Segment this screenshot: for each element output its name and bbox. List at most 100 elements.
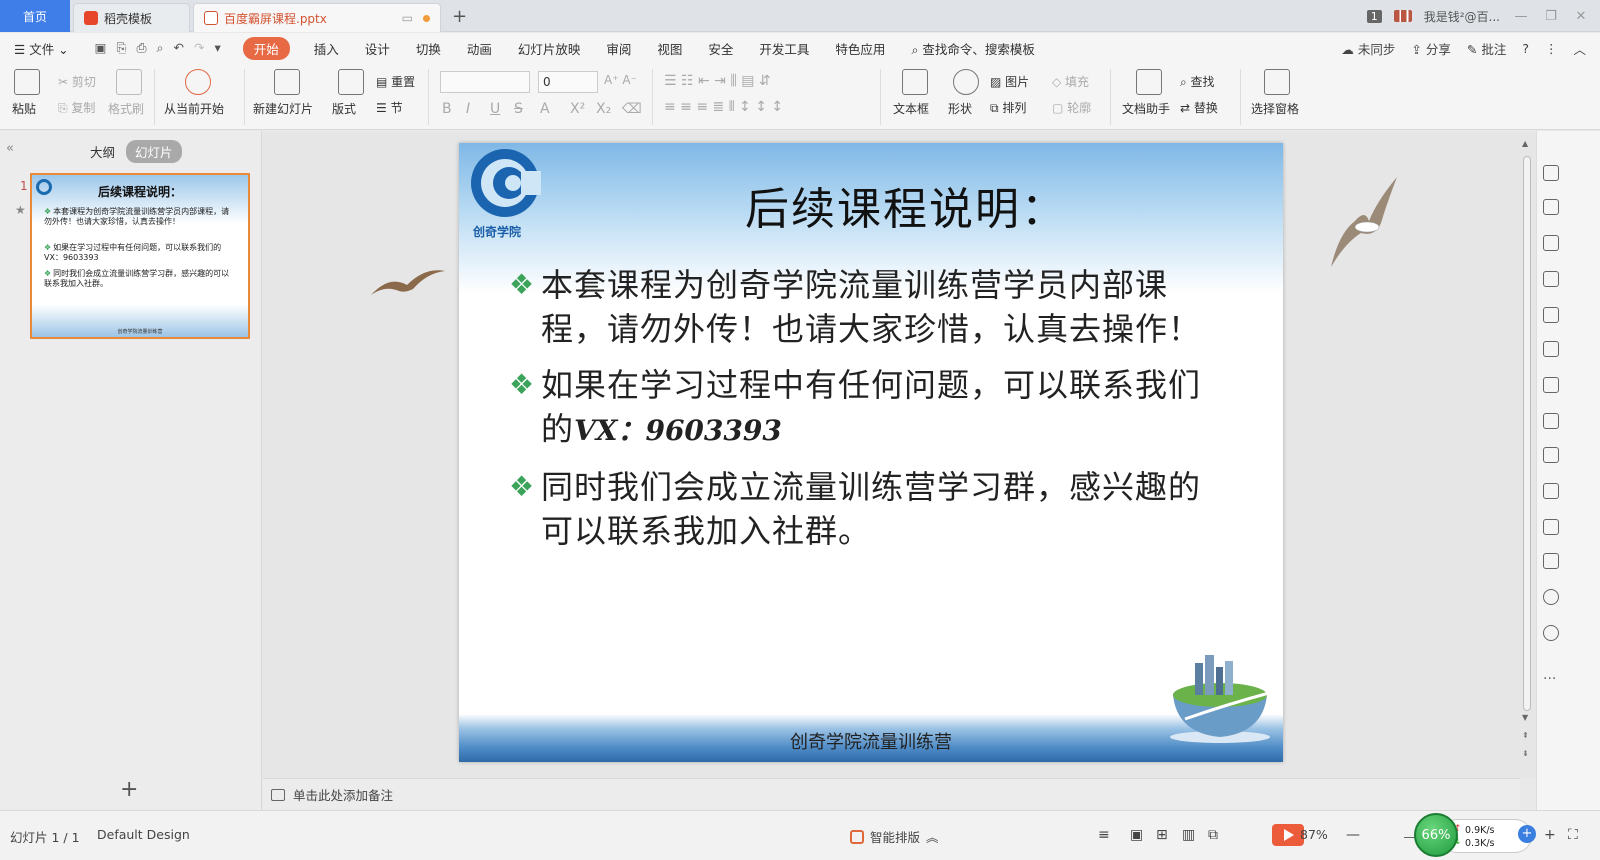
monitor-icon[interactable]: ▭ (402, 11, 413, 25)
tab-special[interactable]: 特色应用 (835, 39, 885, 58)
select-pane-icon[interactable] (1264, 69, 1290, 95)
underline-icon[interactable]: U (490, 101, 500, 117)
pin-icon[interactable] (1543, 165, 1559, 181)
window-count-badge[interactable]: 1 (1366, 9, 1382, 23)
select-pane-button[interactable]: 选择窗格 (1251, 100, 1299, 117)
tab-animation[interactable]: 动画 (467, 39, 492, 58)
copy-button[interactable]: ⎘ 复制 (58, 99, 95, 116)
strikethrough-icon[interactable]: S (514, 101, 523, 117)
tab-developer[interactable]: 开发工具 (759, 39, 809, 58)
tab-home[interactable]: 首页 (0, 0, 70, 32)
print-preview-icon[interactable]: ⌕ (157, 40, 164, 56)
sync-button[interactable]: ☁ 未同步 (1341, 39, 1395, 58)
presenter-view-icon[interactable]: ⧉ (1208, 827, 1218, 843)
customize-icon[interactable]: ▾ (214, 40, 220, 56)
collapse-panel-icon[interactable]: « (6, 141, 14, 156)
play-from-current-button[interactable]: 从当前开始 (164, 100, 224, 117)
tab-view[interactable]: 视图 (657, 39, 682, 58)
help-circle-icon[interactable] (1543, 625, 1559, 641)
avatar[interactable] (1393, 10, 1412, 22)
next-slide-icon[interactable]: ⇟ (1522, 749, 1529, 758)
notes-placeholder[interactable]: 单击此处添加备注 (293, 785, 393, 804)
scroll-up-icon[interactable]: ▲ (1522, 139, 1528, 148)
slide-thumbnail[interactable]: 后续课程说明： 本套课程为创奇学院流量训练营学员内部课程，请勿外传！也请大家珍惜… (30, 173, 250, 339)
design-name[interactable]: Default Design (97, 827, 190, 842)
tab-template[interactable]: 稻壳模板 (73, 3, 190, 32)
font-name-select[interactable] (440, 71, 530, 93)
bullet-list-icons[interactable]: ☰ ☷ ⇤ ⇥ ⫼ ▤ ⇵ (664, 73, 771, 89)
textbox-icon[interactable] (902, 69, 928, 95)
doc-assistant-icon[interactable] (1136, 69, 1162, 95)
clear-format-icon[interactable]: ⌫ (622, 101, 642, 117)
play-icon[interactable] (185, 69, 211, 95)
find-button[interactable]: ⌕ 查找 (1180, 73, 1215, 90)
zoom-out-icon[interactable]: — (1346, 827, 1360, 843)
align-icons[interactable]: ≡ ≡ ≡ ≣ ⫴ ↕ ↕ ↕ (664, 99, 783, 115)
comment-button[interactable]: ✎ 批注 (1467, 39, 1506, 58)
italic-icon[interactable]: I (466, 101, 470, 117)
tab-design[interactable]: 设计 (365, 39, 390, 58)
undo-icon[interactable]: ↶ (174, 40, 184, 56)
unsaved-dot-icon[interactable] (423, 14, 430, 22)
zoom-in-icon[interactable]: + (1544, 827, 1556, 843)
outline-button[interactable]: ▢ 轮廓 (1052, 99, 1091, 116)
gallery-icon[interactable] (1543, 377, 1559, 393)
notes-toggle-icon[interactable]: ≡ (1098, 827, 1110, 843)
font-color-icon[interactable]: A (540, 101, 550, 117)
notes-bar[interactable]: 单击此处添加备注 (263, 778, 1520, 810)
history-icon[interactable] (1543, 589, 1559, 605)
export-icon[interactable]: ⎘ (116, 40, 126, 56)
normal-view-icon[interactable]: ▣ (1130, 827, 1143, 843)
apps-icon[interactable] (1543, 307, 1559, 323)
new-tab-button[interactable]: + (452, 6, 467, 27)
doc-assistant-button[interactable]: 文档助手 (1122, 100, 1170, 117)
slide-body[interactable]: ❖ 本套课程为创奇学院流量训练营学员内部课程，请勿外传！也请大家珍惜，认真去操作… (509, 263, 1209, 565)
slide[interactable]: 创奇学院 后续课程说明： ❖ 本套课程为创奇学院流量训练营学员内部课程，请勿外传… (459, 143, 1283, 762)
help-icon[interactable]: ? (1522, 41, 1529, 56)
arrange-button[interactable]: ⧉ 排列 (990, 99, 1026, 116)
shape-icon[interactable] (953, 69, 979, 95)
scroll-thumb[interactable] (1523, 156, 1531, 711)
more-dots-icon[interactable]: ··· (1543, 671, 1556, 687)
vertical-scrollbar[interactable]: ▲ ▼ ⇞ ⇟ (1518, 131, 1536, 778)
bold-icon[interactable]: B (442, 101, 452, 117)
new-slide-icon[interactable] (274, 69, 300, 95)
collapse-ribbon-icon[interactable]: ︿ (1573, 39, 1586, 58)
zoom-level[interactable]: 87% (1300, 827, 1328, 842)
slide-title[interactable]: 后续课程说明： (459, 173, 1283, 237)
print-icon[interactable]: ⎙ (136, 40, 146, 56)
section-button[interactable]: ☰ 节 (376, 99, 403, 116)
reset-button[interactable]: ▤ 重置 (376, 73, 415, 90)
audio-icon[interactable] (1543, 519, 1559, 535)
cut-button[interactable]: ✂ 剪切 (58, 73, 96, 90)
shape-button[interactable]: 形状 (948, 100, 972, 117)
new-slide-button[interactable]: 新建幻灯片 (253, 100, 313, 117)
prev-slide-icon[interactable]: ⇞ (1522, 731, 1529, 740)
smart-layout-button[interactable]: 智能排版 ︽ (850, 827, 939, 846)
memory-percent[interactable]: 66% (1414, 813, 1458, 857)
user-name[interactable]: 我是钱²@百... (1424, 8, 1500, 25)
layout-icon[interactable] (338, 69, 364, 95)
accelerate-button[interactable]: + (1518, 825, 1536, 843)
shield-icon[interactable] (1543, 553, 1559, 569)
superscript-icon[interactable]: X² (570, 101, 585, 117)
copy-style-icon[interactable] (1543, 199, 1559, 215)
tab-transition[interactable]: 切换 (416, 39, 441, 58)
scroll-down-icon[interactable]: ▼ (1522, 713, 1528, 722)
paste-icon[interactable] (14, 69, 40, 95)
sorter-view-icon[interactable]: ⊞ (1156, 827, 1168, 843)
maximize-icon[interactable]: ❐ (1542, 9, 1560, 24)
fill-button[interactable]: ◇ 填充 (1052, 73, 1089, 90)
archive-icon[interactable] (1543, 447, 1559, 463)
font-size-select[interactable]: 0 (538, 71, 598, 93)
tab-security[interactable]: 安全 (708, 39, 733, 58)
shapes-panel-icon[interactable] (1543, 235, 1559, 251)
subscript-icon[interactable]: X₂ (596, 101, 611, 117)
tab-start[interactable]: 开始 (242, 36, 290, 60)
more-icon[interactable]: ⋮ (1545, 41, 1558, 56)
close-icon[interactable]: ✕ (1572, 9, 1590, 24)
minimize-icon[interactable]: — (1512, 9, 1530, 24)
settings-sliders-icon[interactable] (1543, 341, 1559, 357)
theme-icon[interactable] (1543, 271, 1559, 287)
tab-review[interactable]: 审阅 (606, 39, 631, 58)
